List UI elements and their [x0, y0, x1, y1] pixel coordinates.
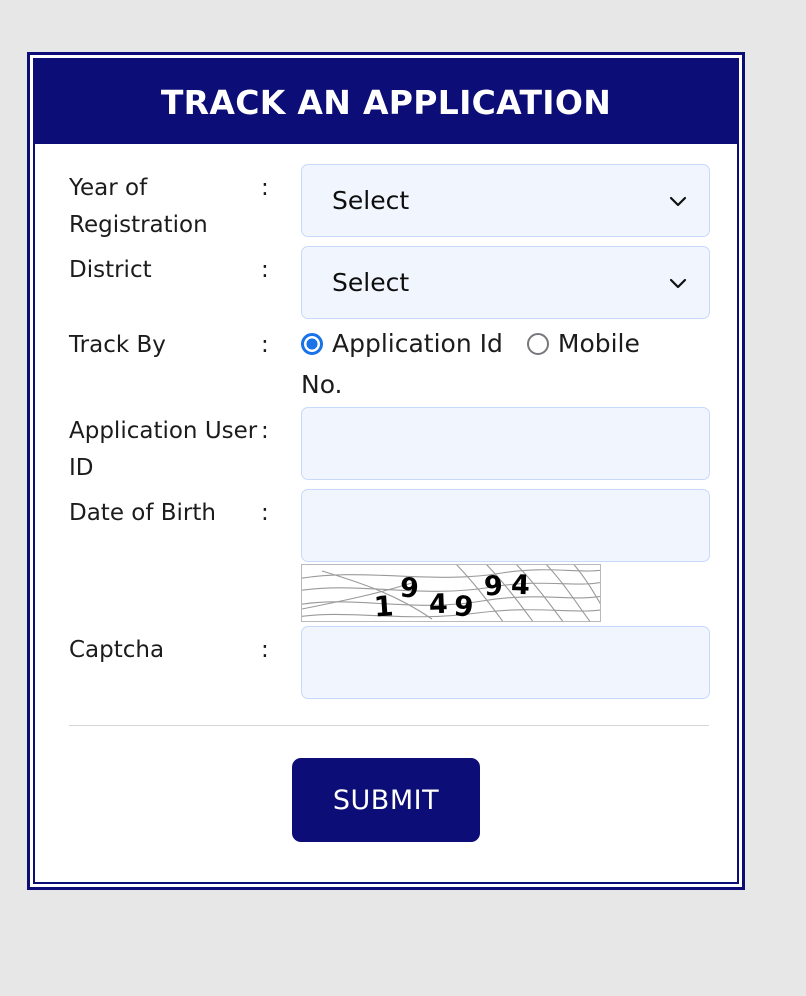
submit-button[interactable]: SUBMIT [292, 758, 480, 842]
label-district: District [69, 257, 152, 283]
page-title: TRACK AN APPLICATION [160, 82, 612, 122]
form-body: Year of Registration : Select District:… [35, 144, 737, 699]
chevron-down-icon [667, 272, 689, 294]
radio-unselected-icon[interactable] [526, 333, 549, 355]
district-select[interactable]: Select [301, 246, 710, 319]
field-captcha [301, 626, 710, 699]
captcha-image: 1 9 4 9 9 4 [301, 564, 601, 622]
separator-date-of-birth: : [261, 500, 269, 526]
captcha-image-row: 1 9 4 9 9 4 [69, 564, 709, 622]
captcha-char: 9 [398, 572, 420, 605]
form-row-date-of-birth: Date of Birth : [69, 489, 710, 562]
field-application-user-id [301, 407, 710, 480]
label-application-user-id: Application User ID [69, 418, 258, 481]
captcha-characters: 1 9 4 9 9 4 [302, 565, 600, 621]
card-header: TRACK AN APPLICATION [35, 60, 737, 144]
separator-district: : [261, 257, 269, 283]
form-row-captcha: Captcha : [69, 626, 710, 699]
district-select-value: Select [332, 268, 410, 297]
label-captcha: Captcha [69, 637, 165, 663]
submit-area: SUBMIT [35, 726, 737, 882]
label-year-of-registration: Year of Registration [69, 175, 208, 238]
separator-year: : [261, 175, 269, 201]
captcha-char: 1 [372, 589, 395, 622]
form-row-district: District : Select [69, 246, 710, 319]
card-inner-frame: TRACK AN APPLICATION Year of Registratio… [33, 58, 739, 884]
field-track-by: Application Id Mobile No. [301, 321, 709, 405]
date-of-birth-input[interactable] [301, 489, 710, 562]
radio-option-application-id[interactable]: Application Id [301, 329, 527, 358]
separator-captcha: : [261, 637, 269, 663]
captcha-input[interactable] [301, 626, 710, 699]
card-frame-gap: TRACK AN APPLICATION Year of Registratio… [30, 55, 742, 887]
field-district: Select [301, 246, 710, 319]
label-track-by: Track By [69, 332, 166, 358]
captcha-char: 4 [510, 569, 531, 602]
radio-label-application-id: Application Id [332, 329, 503, 358]
radio-selected-icon[interactable] [301, 333, 323, 355]
track-application-card: TRACK AN APPLICATION Year of Registratio… [27, 52, 745, 890]
form-row-track-by: Track By : Application Id Mobile No. [69, 321, 709, 405]
field-date-of-birth [301, 489, 710, 562]
separator-application-user-id: : [261, 418, 269, 444]
application-user-id-input[interactable] [301, 407, 710, 480]
captcha-char: 4 [428, 588, 449, 621]
field-year: Select [301, 164, 710, 237]
label-date-of-birth: Date of Birth [69, 500, 216, 526]
page-root: TRACK AN APPLICATION Year of Registratio… [0, 0, 806, 996]
separator-track-by: : [261, 332, 269, 358]
form-row-application-user-id: Application User ID : [69, 407, 710, 487]
captcha-char: 9 [452, 589, 476, 622]
chevron-down-icon [667, 190, 689, 212]
year-select[interactable]: Select [301, 164, 710, 237]
captcha-image-spacer [69, 564, 301, 622]
captcha-char: 9 [483, 570, 504, 603]
year-select-value: Select [332, 186, 410, 215]
form-row-year: Year of Registration : Select [69, 164, 710, 244]
track-by-radio-group: Application Id Mobile No. [301, 321, 710, 405]
